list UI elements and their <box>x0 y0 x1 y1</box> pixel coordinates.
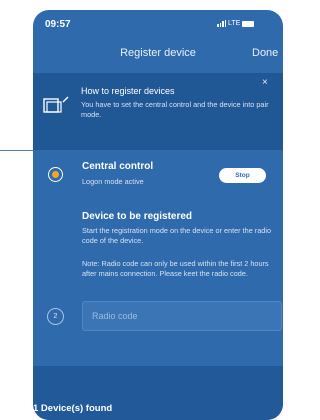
step-number-badge: 2 <box>47 308 64 325</box>
device-registration-title: Device to be registered <box>82 211 193 222</box>
phone-screen: 09:57 LTE Register device Done How to re… <box>33 10 283 420</box>
battery-icon <box>242 20 255 27</box>
central-control-status: Logon mode active <box>82 177 144 186</box>
radio-code-input[interactable] <box>82 301 282 331</box>
info-text: You have to set the central control and … <box>81 100 269 119</box>
status-bar: 09:57 LTE <box>33 10 283 40</box>
devices-found-label: 1 Device(s) found <box>33 403 113 414</box>
pair-devices-icon <box>43 96 69 113</box>
info-title: How to register devices <box>81 86 175 96</box>
page-title: Register device <box>120 47 196 59</box>
status-indicators: LTE <box>217 20 255 27</box>
stop-button[interactable]: Stop <box>219 168 266 183</box>
signal-icon <box>217 20 226 27</box>
device-registration-text: Start the registration mode on the devic… <box>82 226 272 245</box>
central-control-title: Central control <box>82 161 154 172</box>
step-active-indicator <box>48 167 63 182</box>
nav-bar: Register device Done <box>33 40 283 68</box>
close-icon[interactable]: × <box>262 77 268 88</box>
device-registration-note: Note: Radio code can only be used within… <box>82 259 269 278</box>
network-label: LTE <box>228 20 241 27</box>
info-banner: How to register devices You have to set … <box>33 73 283 150</box>
done-button[interactable]: Done <box>252 47 278 59</box>
status-time: 09:57 <box>45 19 71 30</box>
devices-found-bar: 1 Device(s) found <box>33 366 283 420</box>
